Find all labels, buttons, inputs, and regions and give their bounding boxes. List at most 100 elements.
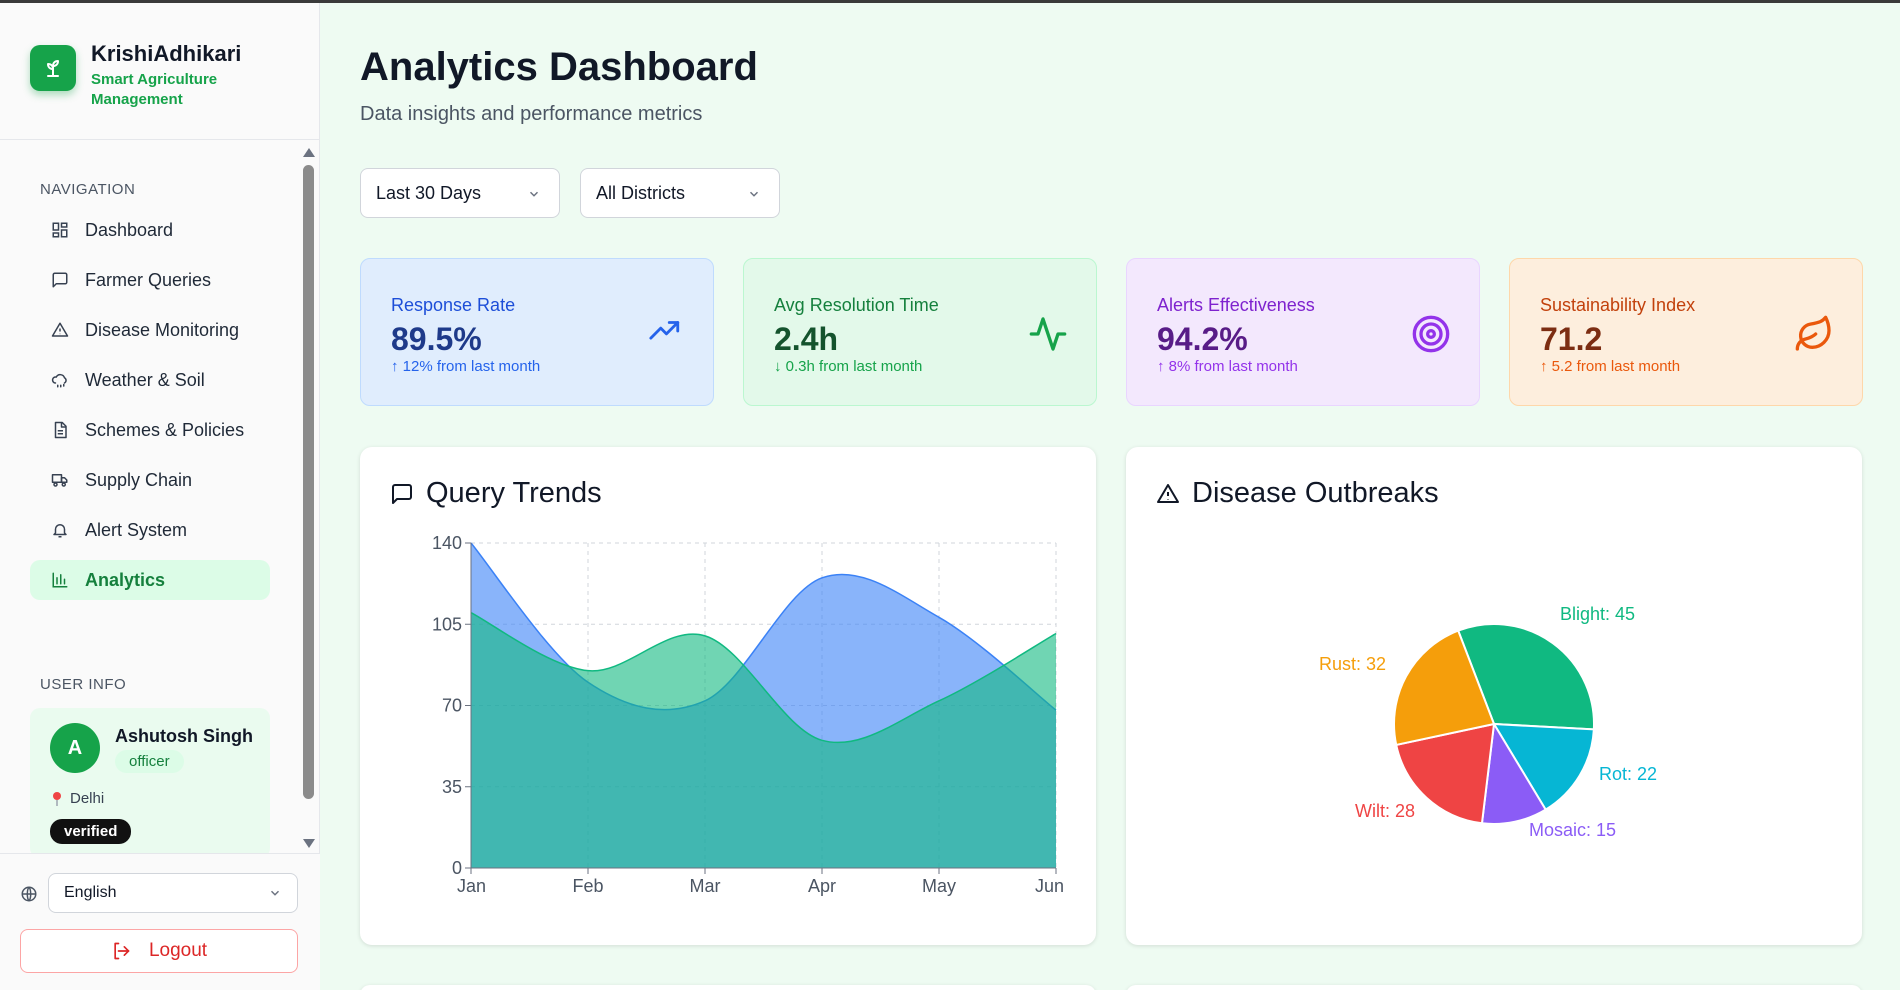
user-location-text: Delhi — [70, 790, 105, 807]
sidebar-item-label: Disease Monitoring — [85, 319, 240, 340]
x-tick-label: May — [922, 876, 956, 896]
disease-outbreaks-chart: Blight: 45 Rot: 22 Mosaic: 15 Wilt: 28 Rust:… — [1319, 604, 1657, 840]
leaf-icon — [1795, 315, 1831, 351]
target-icon — [1412, 315, 1450, 353]
avatar: A — [50, 723, 100, 773]
stat-value: 2.4h — [774, 321, 839, 357]
sidebar-item-farmer-queries[interactable]: Farmer Queries — [30, 260, 270, 300]
stat-card-sustainability-index: Sustainability Index 71.2 ↑ 5.2 from las… — [1509, 258, 1863, 406]
grid-icon — [50, 220, 70, 240]
page-title: Analytics Dashboard — [360, 45, 758, 89]
y-tick-label: 140 — [432, 533, 462, 553]
user-name: Ashutosh Singh — [115, 726, 253, 746]
language-select-value: English — [64, 884, 117, 901]
stat-title: Alerts Effectiveness — [1157, 295, 1315, 315]
warning-icon — [50, 320, 70, 340]
stat-value: 94.2% — [1157, 321, 1248, 357]
x-tick-label: Feb — [572, 876, 603, 896]
query-trends-panel: Query Trends 0 35 70 105 140 Jan Feb Mar Apr May J… — [360, 447, 1096, 945]
x-tick-label: Mar — [690, 876, 721, 896]
stat-title: Response Rate — [391, 295, 516, 315]
trending-up-icon — [649, 321, 680, 340]
pie-label-rot: Rot: 22 — [1599, 764, 1657, 784]
next-panel-right — [1126, 985, 1862, 990]
sidebar-scrollbar-thumb[interactable] — [303, 165, 314, 799]
sidebar-item-label: Alert System — [85, 519, 188, 540]
stat-change: ↑ 8% from last month — [1157, 358, 1298, 375]
status-badge: verified — [50, 819, 132, 844]
map-pin-icon — [53, 791, 61, 806]
y-tick-label: 35 — [442, 777, 462, 797]
user-info-card: A Ashutosh Singh officer Delhi verified — [30, 708, 270, 858]
chevron-down-icon — [529, 191, 539, 197]
sidebar-item-dashboard[interactable]: Dashboard — [30, 210, 270, 250]
period-select[interactable]: Last 30 Days — [360, 168, 560, 218]
brand-tagline: Smart Agriculture Management — [91, 71, 218, 108]
bell-icon — [50, 520, 70, 540]
brand-name: KrishiAdhikari — [91, 41, 242, 66]
document-icon — [50, 420, 70, 440]
logout-label: Logout — [148, 940, 208, 961]
main-content: Analytics Dashboard Data insights and pe… — [321, 3, 1900, 990]
window-top-edge — [0, 0, 1900, 3]
query-trends-chart: 0 35 70 105 140 Jan Feb Mar Apr May Jun — [432, 533, 1064, 896]
stat-card-response-rate: Response Rate 89.5% ↑ 12% from last mont… — [360, 258, 714, 406]
sidebar-item-label: Supply Chain — [85, 469, 193, 490]
pie-label-wilt: Wilt: 28 — [1355, 801, 1415, 821]
sidebar-item-alert-system[interactable]: Alert System — [30, 510, 270, 550]
language-select[interactable]: English — [48, 873, 298, 913]
scroll-down-arrow-icon[interactable] — [303, 839, 315, 848]
chevron-down-icon — [270, 890, 280, 896]
pie-label-rust: Rust: 32 — [1319, 654, 1386, 674]
period-select-value: Last 30 Days — [376, 182, 482, 203]
y-tick-label: 70 — [442, 696, 462, 716]
x-tick-label: Apr — [808, 876, 836, 896]
logout-icon — [114, 942, 130, 960]
pie-label-mosaic: Mosaic: 15 — [1529, 820, 1616, 840]
bar-chart-icon — [50, 570, 70, 590]
district-select[interactable]: All Districts — [580, 168, 780, 218]
pie-label-blight: Blight: 45 — [1560, 604, 1635, 624]
sidebar-item-disease-monitoring[interactable]: Disease Monitoring — [30, 310, 270, 350]
sidebar: KrishiAdhikari Smart Agriculture Managem… — [0, 3, 320, 990]
activity-icon — [1029, 317, 1067, 351]
sidebar-item-label: Weather & Soil — [85, 369, 205, 390]
next-panel-left — [360, 985, 1096, 990]
nav-section-label: NAVIGATION — [40, 181, 136, 198]
sidebar-item-label: Schemes & Policies — [85, 419, 245, 440]
district-select-value: All Districts — [596, 182, 685, 203]
truck-icon — [50, 470, 70, 490]
chevron-down-icon — [749, 191, 759, 197]
brand-header: KrishiAdhikari Smart Agriculture Managem… — [0, 3, 319, 140]
page-subtitle: Data insights and performance metrics — [360, 103, 703, 125]
x-tick-label: Jan — [457, 876, 486, 896]
cloud-icon — [50, 370, 70, 390]
stat-change: ↑ 5.2 from last month — [1540, 358, 1681, 375]
sidebar-item-schemes-policies[interactable]: Schemes & Policies — [30, 410, 270, 450]
x-tick-label: Jun — [1035, 876, 1064, 896]
stat-value: 71.2 — [1540, 321, 1603, 357]
sidebar-footer: English Logout — [0, 853, 320, 990]
sidebar-item-weather-soil[interactable]: Weather & Soil — [30, 360, 270, 400]
stat-value: 89.5% — [391, 321, 482, 357]
role-badge: officer — [115, 750, 184, 773]
y-tick-label: 105 — [432, 614, 462, 634]
user-section-label: USER INFO — [40, 676, 127, 693]
y-tick-label: 0 — [452, 858, 462, 878]
sidebar-item-analytics[interactable]: Analytics — [30, 560, 270, 600]
sidebar-item-label: Farmer Queries — [85, 269, 212, 290]
stat-change: ↓ 0.3h from last month — [774, 358, 923, 375]
stat-title: Avg Resolution Time — [774, 295, 939, 315]
sidebar-item-supply-chain[interactable]: Supply Chain — [30, 460, 270, 500]
stat-title: Sustainability Index — [1540, 295, 1696, 315]
stat-card-avg-resolution-time: Avg Resolution Time 2.4h ↓ 0.3h from las… — [743, 258, 1097, 406]
user-location: Delhi — [50, 790, 104, 807]
scroll-up-arrow-icon[interactable] — [303, 148, 315, 157]
stat-card-alerts-effectiveness: Alerts Effectiveness 94.2% ↑ 8% from las… — [1126, 258, 1480, 406]
message-icon — [50, 270, 70, 290]
sprout-logo-icon — [30, 45, 76, 91]
sidebar-item-label: Dashboard — [85, 219, 174, 240]
disease-outbreaks-panel: Disease Outbreaks Blight: 45 Rot: 22 Mosai… — [1126, 447, 1862, 945]
sidebar-item-label: Analytics — [85, 569, 166, 590]
logout-button[interactable]: Logout — [20, 929, 298, 973]
